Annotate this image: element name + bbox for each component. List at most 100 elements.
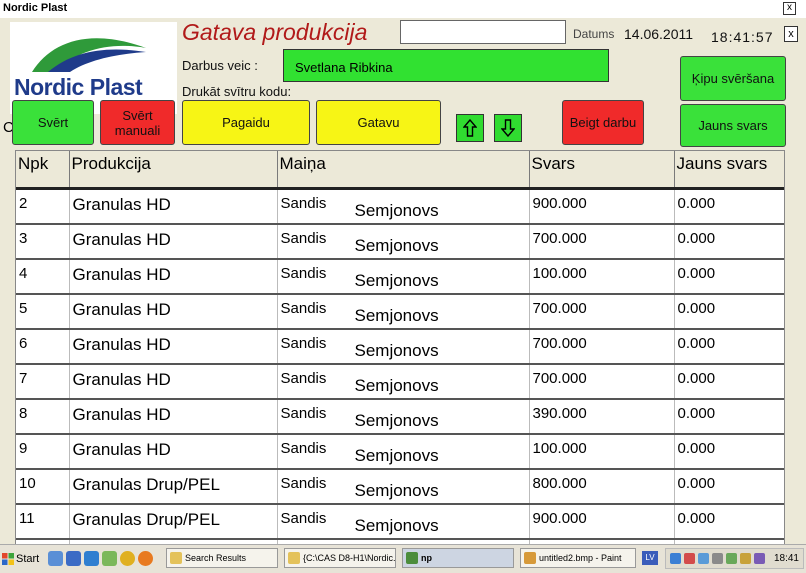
new-weight-button[interactable]: Jauns svars	[680, 104, 786, 147]
taskbar-task-search[interactable]: Search Results	[166, 548, 278, 568]
cell-product[interactable]: Granulas HD	[69, 294, 278, 330]
cell-shift[interactable]: Sandis Semjonovs	[277, 329, 530, 365]
cell-npk[interactable]: 5	[16, 294, 70, 330]
tray-update-icon[interactable]	[698, 553, 709, 564]
temporary-label-button[interactable]: Pagaidu	[182, 100, 310, 145]
column-header-npk[interactable]: Npk	[16, 151, 70, 190]
taskbar-task-paint[interactable]: untitled2.bmp - Paint	[520, 548, 636, 568]
cell-shift[interactable]: Sandis Semjonovs	[277, 294, 530, 330]
cell-new-weight[interactable]: 0.000	[674, 224, 784, 260]
production-table[interactable]: Npk Produkcija Maiņa Svars Jauns svars 2…	[15, 150, 785, 546]
cell-product[interactable]: Granulas HD	[69, 434, 278, 470]
column-header-new-weight[interactable]: Jauns svars	[674, 151, 784, 190]
scroll-up-button[interactable]	[456, 114, 484, 142]
table-row[interactable]: 5 Granulas HD Sandis Semjonovs 700.000 0.000	[16, 294, 784, 330]
cell-npk[interactable]: 11	[16, 504, 70, 540]
tray-app-icon[interactable]	[726, 553, 737, 564]
cell-shift[interactable]: Sandis Semjonovs	[277, 434, 530, 470]
cell-shift[interactable]: Sandis Semjonovs	[277, 469, 530, 505]
cell-weight[interactable]: 100.000	[529, 259, 675, 295]
column-header-weight[interactable]: Svars	[529, 151, 675, 190]
finished-label-button[interactable]: Gatavu	[316, 100, 441, 145]
tray-security-icon[interactable]	[684, 553, 695, 564]
cell-new-weight[interactable]: 0.000	[674, 434, 784, 470]
quicklaunch-firefox-icon[interactable]	[138, 551, 153, 566]
cell-new-weight[interactable]: 0.000	[674, 504, 784, 540]
table-row[interactable]: 4 Granulas HD Sandis Semjonovs 100.000 0.000	[16, 259, 784, 295]
cell-shift[interactable]: Sandis Semjonovs	[277, 399, 530, 435]
product-value: Granulas HD	[72, 300, 171, 319]
column-header-shift[interactable]: Maiņa	[277, 151, 530, 190]
taskbar-task-explorer[interactable]: {C:\CAS D8-H1\Nordic...	[284, 548, 396, 568]
bale-weighing-button[interactable]: Ķipu svēršana	[680, 56, 786, 101]
cell-product[interactable]: Granulas Drup/PEL	[69, 504, 278, 540]
side-close-button[interactable]: x	[784, 26, 798, 42]
cell-weight[interactable]: 390.000	[529, 399, 675, 435]
table-row[interactable]: 7 Granulas HD Sandis Semjonovs 700.000 0.000	[16, 364, 784, 400]
cell-product[interactable]: Granulas Drup/PEL	[69, 469, 278, 505]
end-work-button[interactable]: Beigt darbu	[562, 100, 644, 145]
barcode-input[interactable]	[400, 20, 566, 44]
start-button[interactable]: Start	[2, 549, 42, 569]
cell-weight[interactable]: 700.000	[529, 224, 675, 260]
tray-volume-icon[interactable]	[712, 553, 723, 564]
table-row[interactable]: 6 Granulas HD Sandis Semjonovs 700.000 0.000	[16, 329, 784, 365]
tray-network-icon[interactable]	[670, 553, 681, 564]
cell-product[interactable]: Granulas HD	[69, 259, 278, 295]
cell-shift[interactable]: Sandis Semjonovs	[277, 259, 530, 295]
table-row[interactable]: 11 Granulas Drup/PEL Sandis Semjonovs 900.00…	[16, 504, 784, 540]
scroll-down-button[interactable]	[494, 114, 522, 142]
window-close-button[interactable]: x	[783, 2, 796, 15]
operator-field: Svetlana Ribkina	[283, 49, 609, 82]
cell-weight[interactable]: 900.000	[529, 504, 675, 540]
cell-shift[interactable]: Sandis Semjonovs	[277, 224, 530, 260]
cell-weight[interactable]: 900.000	[529, 188, 675, 225]
quicklaunch-desktop-icon[interactable]	[66, 551, 81, 566]
cell-npk[interactable]: 2	[16, 188, 70, 225]
cell-new-weight[interactable]: 0.000	[674, 259, 784, 295]
cell-product[interactable]: Granulas HD	[69, 188, 278, 225]
cell-shift[interactable]: Sandis Semjonovs	[277, 504, 530, 540]
cell-new-weight[interactable]: 0.000	[674, 294, 784, 330]
cell-weight[interactable]: 700.000	[529, 294, 675, 330]
cell-product[interactable]: Granulas HD	[69, 224, 278, 260]
cell-weight[interactable]: 700.000	[529, 329, 675, 365]
cell-new-weight[interactable]: 0.000	[674, 399, 784, 435]
cell-new-weight[interactable]: 0.000	[674, 469, 784, 505]
cell-npk[interactable]: 10	[16, 469, 70, 505]
npk-value: 2	[19, 195, 28, 212]
column-header-product[interactable]: Produkcija	[69, 151, 278, 190]
quicklaunch-app-icon[interactable]	[102, 551, 117, 566]
taskbar-task-np[interactable]: np	[402, 548, 514, 568]
cell-new-weight[interactable]: 0.000	[674, 329, 784, 365]
cell-product[interactable]: Granulas HD	[69, 329, 278, 365]
cell-npk[interactable]: 4	[16, 259, 70, 295]
cell-npk[interactable]: 3	[16, 224, 70, 260]
cell-npk[interactable]: 6	[16, 329, 70, 365]
language-indicator[interactable]: LV	[642, 551, 658, 565]
weigh-button[interactable]: Svērt	[12, 100, 94, 145]
cell-new-weight[interactable]: 0.000	[674, 188, 784, 225]
table-row[interactable]: 2 Granulas HD Sandis Semjonovs 900.000 0.000	[16, 188, 784, 225]
table-row[interactable]: 3 Granulas HD Sandis Semjonovs 700.000 0.000	[16, 224, 784, 260]
cell-product[interactable]: Granulas HD	[69, 399, 278, 435]
table-row[interactable]: 8 Granulas HD Sandis Semjonovs 390.000 0.000	[16, 399, 784, 435]
cell-npk[interactable]: 8	[16, 399, 70, 435]
tray-extra-icon[interactable]	[754, 553, 765, 564]
cell-shift[interactable]: Sandis Semjonovs	[277, 188, 530, 225]
tray-misc-icon[interactable]	[740, 553, 751, 564]
cell-npk[interactable]: 9	[16, 434, 70, 470]
cell-new-weight[interactable]: 0.000	[674, 364, 784, 400]
cell-shift[interactable]: Sandis Semjonovs	[277, 364, 530, 400]
cell-weight[interactable]: 700.000	[529, 364, 675, 400]
table-row[interactable]: 10 Granulas Drup/PEL Sandis Semjonovs 800.00…	[16, 469, 784, 505]
weigh-manual-button[interactable]: Svērt manuali	[100, 100, 175, 145]
cell-product[interactable]: Granulas HD	[69, 364, 278, 400]
cell-weight[interactable]: 800.000	[529, 469, 675, 505]
quicklaunch-browser-icon[interactable]	[84, 551, 99, 566]
table-row[interactable]: 9 Granulas HD Sandis Semjonovs 100.000 0.000	[16, 434, 784, 470]
quicklaunch-ie-icon[interactable]	[48, 551, 63, 566]
cell-weight[interactable]: 100.000	[529, 434, 675, 470]
quicklaunch-chrome-icon[interactable]	[120, 551, 135, 566]
cell-npk[interactable]: 7	[16, 364, 70, 400]
